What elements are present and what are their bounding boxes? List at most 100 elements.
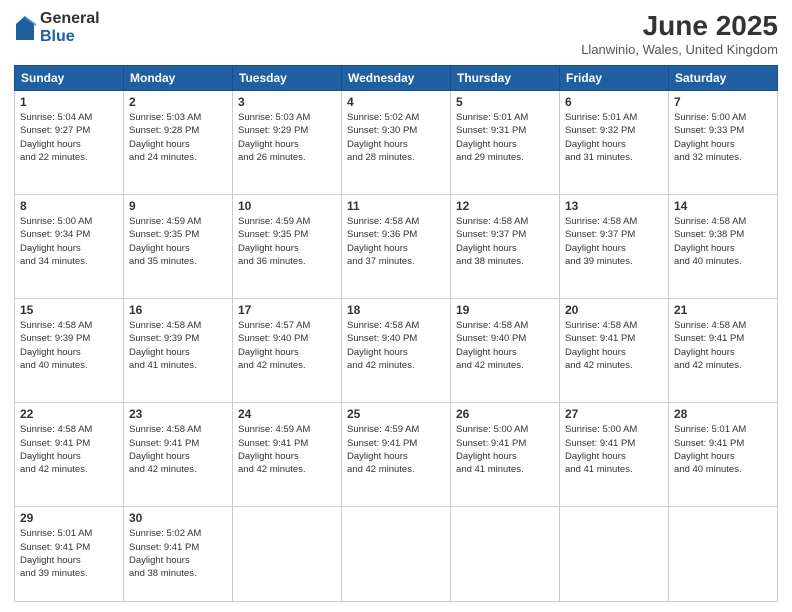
day-info: Sunrise: 5:04 AM Sunset: 9:27 PM Dayligh… bbox=[20, 111, 118, 164]
col-wednesday: Wednesday bbox=[342, 66, 451, 91]
day-info: Sunrise: 4:58 AM Sunset: 9:41 PM Dayligh… bbox=[674, 319, 772, 372]
day-number: 24 bbox=[238, 407, 336, 421]
day-info: Sunrise: 5:03 AM Sunset: 9:29 PM Dayligh… bbox=[238, 111, 336, 164]
day-number: 19 bbox=[456, 303, 554, 317]
day-number: 29 bbox=[20, 511, 118, 525]
day-info: Sunrise: 4:59 AM Sunset: 9:41 PM Dayligh… bbox=[238, 423, 336, 476]
day-info: Sunrise: 4:58 AM Sunset: 9:40 PM Dayligh… bbox=[456, 319, 554, 372]
col-friday: Friday bbox=[560, 66, 669, 91]
table-cell: 8 Sunrise: 5:00 AM Sunset: 9:34 PM Dayli… bbox=[15, 195, 124, 299]
table-cell: 12 Sunrise: 4:58 AM Sunset: 9:37 PM Dayl… bbox=[451, 195, 560, 299]
logo-general: General bbox=[40, 10, 100, 28]
week-row-5: 29 Sunrise: 5:01 AM Sunset: 9:41 PM Dayl… bbox=[15, 507, 778, 602]
day-number: 4 bbox=[347, 95, 445, 109]
day-info: Sunrise: 4:58 AM Sunset: 9:37 PM Dayligh… bbox=[456, 215, 554, 268]
table-cell: 7 Sunrise: 5:00 AM Sunset: 9:33 PM Dayli… bbox=[669, 91, 778, 195]
col-tuesday: Tuesday bbox=[233, 66, 342, 91]
day-number: 22 bbox=[20, 407, 118, 421]
table-cell: 14 Sunrise: 4:58 AM Sunset: 9:38 PM Dayl… bbox=[669, 195, 778, 299]
day-number: 26 bbox=[456, 407, 554, 421]
day-info: Sunrise: 4:58 AM Sunset: 9:38 PM Dayligh… bbox=[674, 215, 772, 268]
table-cell: 18 Sunrise: 4:58 AM Sunset: 9:40 PM Dayl… bbox=[342, 299, 451, 403]
week-row-2: 8 Sunrise: 5:00 AM Sunset: 9:34 PM Dayli… bbox=[15, 195, 778, 299]
day-info: Sunrise: 5:01 AM Sunset: 9:41 PM Dayligh… bbox=[20, 527, 118, 580]
day-info: Sunrise: 5:01 AM Sunset: 9:31 PM Dayligh… bbox=[456, 111, 554, 164]
table-cell: 22 Sunrise: 4:58 AM Sunset: 9:41 PM Dayl… bbox=[15, 403, 124, 507]
logo: General Blue bbox=[14, 10, 100, 45]
week-row-1: 1 Sunrise: 5:04 AM Sunset: 9:27 PM Dayli… bbox=[15, 91, 778, 195]
day-number: 21 bbox=[674, 303, 772, 317]
day-number: 13 bbox=[565, 199, 663, 213]
logo-blue: Blue bbox=[40, 28, 100, 46]
table-cell: 29 Sunrise: 5:01 AM Sunset: 9:41 PM Dayl… bbox=[15, 507, 124, 602]
table-cell: 2 Sunrise: 5:03 AM Sunset: 9:28 PM Dayli… bbox=[124, 91, 233, 195]
table-cell bbox=[669, 507, 778, 602]
day-number: 23 bbox=[129, 407, 227, 421]
table-cell: 9 Sunrise: 4:59 AM Sunset: 9:35 PM Dayli… bbox=[124, 195, 233, 299]
table-cell: 13 Sunrise: 4:58 AM Sunset: 9:37 PM Dayl… bbox=[560, 195, 669, 299]
day-info: Sunrise: 5:01 AM Sunset: 9:41 PM Dayligh… bbox=[674, 423, 772, 476]
table-cell bbox=[451, 507, 560, 602]
table-cell: 27 Sunrise: 5:00 AM Sunset: 9:41 PM Dayl… bbox=[560, 403, 669, 507]
day-number: 10 bbox=[238, 199, 336, 213]
day-info: Sunrise: 4:58 AM Sunset: 9:37 PM Dayligh… bbox=[565, 215, 663, 268]
day-info: Sunrise: 5:00 AM Sunset: 9:33 PM Dayligh… bbox=[674, 111, 772, 164]
col-monday: Monday bbox=[124, 66, 233, 91]
table-cell: 6 Sunrise: 5:01 AM Sunset: 9:32 PM Dayli… bbox=[560, 91, 669, 195]
table-cell: 3 Sunrise: 5:03 AM Sunset: 9:29 PM Dayli… bbox=[233, 91, 342, 195]
day-number: 7 bbox=[674, 95, 772, 109]
day-number: 8 bbox=[20, 199, 118, 213]
table-cell: 5 Sunrise: 5:01 AM Sunset: 9:31 PM Dayli… bbox=[451, 91, 560, 195]
day-number: 6 bbox=[565, 95, 663, 109]
day-number: 18 bbox=[347, 303, 445, 317]
page: General Blue June 2025 Llanwinio, Wales,… bbox=[0, 0, 792, 612]
day-info: Sunrise: 4:58 AM Sunset: 9:39 PM Dayligh… bbox=[20, 319, 118, 372]
location: Llanwinio, Wales, United Kingdom bbox=[581, 42, 778, 57]
day-info: Sunrise: 5:02 AM Sunset: 9:30 PM Dayligh… bbox=[347, 111, 445, 164]
table-cell: 30 Sunrise: 5:02 AM Sunset: 9:41 PM Dayl… bbox=[124, 507, 233, 602]
logo-icon bbox=[14, 14, 36, 42]
day-info: Sunrise: 4:58 AM Sunset: 9:41 PM Dayligh… bbox=[565, 319, 663, 372]
table-cell: 1 Sunrise: 5:04 AM Sunset: 9:27 PM Dayli… bbox=[15, 91, 124, 195]
day-info: Sunrise: 4:57 AM Sunset: 9:40 PM Dayligh… bbox=[238, 319, 336, 372]
col-saturday: Saturday bbox=[669, 66, 778, 91]
table-cell: 15 Sunrise: 4:58 AM Sunset: 9:39 PM Dayl… bbox=[15, 299, 124, 403]
table-cell bbox=[233, 507, 342, 602]
day-info: Sunrise: 4:58 AM Sunset: 9:36 PM Dayligh… bbox=[347, 215, 445, 268]
table-cell: 24 Sunrise: 4:59 AM Sunset: 9:41 PM Dayl… bbox=[233, 403, 342, 507]
table-cell: 23 Sunrise: 4:58 AM Sunset: 9:41 PM Dayl… bbox=[124, 403, 233, 507]
day-number: 27 bbox=[565, 407, 663, 421]
table-cell: 10 Sunrise: 4:59 AM Sunset: 9:35 PM Dayl… bbox=[233, 195, 342, 299]
week-row-4: 22 Sunrise: 4:58 AM Sunset: 9:41 PM Dayl… bbox=[15, 403, 778, 507]
day-number: 16 bbox=[129, 303, 227, 317]
day-number: 3 bbox=[238, 95, 336, 109]
table-cell: 25 Sunrise: 4:59 AM Sunset: 9:41 PM Dayl… bbox=[342, 403, 451, 507]
title-area: June 2025 Llanwinio, Wales, United Kingd… bbox=[581, 10, 778, 57]
day-info: Sunrise: 5:01 AM Sunset: 9:32 PM Dayligh… bbox=[565, 111, 663, 164]
day-number: 25 bbox=[347, 407, 445, 421]
table-cell: 16 Sunrise: 4:58 AM Sunset: 9:39 PM Dayl… bbox=[124, 299, 233, 403]
day-number: 28 bbox=[674, 407, 772, 421]
day-info: Sunrise: 4:59 AM Sunset: 9:35 PM Dayligh… bbox=[129, 215, 227, 268]
week-row-3: 15 Sunrise: 4:58 AM Sunset: 9:39 PM Dayl… bbox=[15, 299, 778, 403]
calendar-header-row: Sunday Monday Tuesday Wednesday Thursday… bbox=[15, 66, 778, 91]
table-cell: 19 Sunrise: 4:58 AM Sunset: 9:40 PM Dayl… bbox=[451, 299, 560, 403]
calendar-table: Sunday Monday Tuesday Wednesday Thursday… bbox=[14, 65, 778, 602]
table-cell: 26 Sunrise: 5:00 AM Sunset: 9:41 PM Dayl… bbox=[451, 403, 560, 507]
header: General Blue June 2025 Llanwinio, Wales,… bbox=[14, 10, 778, 57]
day-info: Sunrise: 4:58 AM Sunset: 9:41 PM Dayligh… bbox=[129, 423, 227, 476]
day-info: Sunrise: 5:00 AM Sunset: 9:41 PM Dayligh… bbox=[456, 423, 554, 476]
day-info: Sunrise: 4:59 AM Sunset: 9:41 PM Dayligh… bbox=[347, 423, 445, 476]
col-thursday: Thursday bbox=[451, 66, 560, 91]
day-number: 5 bbox=[456, 95, 554, 109]
day-info: Sunrise: 5:00 AM Sunset: 9:41 PM Dayligh… bbox=[565, 423, 663, 476]
day-number: 20 bbox=[565, 303, 663, 317]
day-info: Sunrise: 5:03 AM Sunset: 9:28 PM Dayligh… bbox=[129, 111, 227, 164]
table-cell: 4 Sunrise: 5:02 AM Sunset: 9:30 PM Dayli… bbox=[342, 91, 451, 195]
day-number: 14 bbox=[674, 199, 772, 213]
day-number: 15 bbox=[20, 303, 118, 317]
day-info: Sunrise: 4:58 AM Sunset: 9:39 PM Dayligh… bbox=[129, 319, 227, 372]
logo-text: General Blue bbox=[40, 10, 100, 45]
day-number: 17 bbox=[238, 303, 336, 317]
day-info: Sunrise: 4:59 AM Sunset: 9:35 PM Dayligh… bbox=[238, 215, 336, 268]
